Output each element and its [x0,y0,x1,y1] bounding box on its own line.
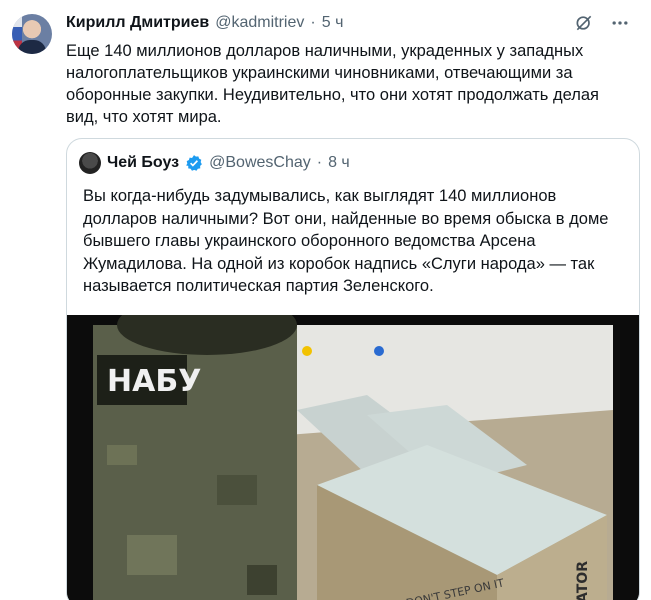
quoted-tweet[interactable]: Чей Боуз @BowesChay · 8 ч Вы когда-нибуд… [66,138,640,600]
separator-dot: · [310,14,316,31]
author-name[interactable]: Кирилл Дмитриев [66,14,209,32]
tweet[interactable]: Кирилл Дмитриев @kadmitriev · 5 ч Еще 14… [0,0,651,600]
grok-icon[interactable] [573,12,595,34]
video-patch-text: НАБУ [107,364,201,399]
tweet-text: Еще 140 миллионов долларов наличными, ук… [66,42,599,126]
quoted-author-avatar[interactable] [79,152,101,174]
video-box-text-2: ATOR [575,561,591,600]
quoted-tweet-header: Чей Боуз @BowesChay · 8 ч [79,151,350,175]
quoted-author-handle[interactable]: @BowesChay [209,154,311,172]
quoted-tweet-video[interactable]: НАБУ DON'T STEP ON IT ATOR [67,315,639,600]
quoted-separator-dot: · [316,154,323,171]
tweet-header: Кирилл Дмитриев @kadmitriev · 5 ч [66,12,631,34]
tweet-time[interactable]: 5 ч [322,14,344,32]
author-avatar[interactable] [12,14,52,54]
quoted-tweet-time[interactable]: 8 ч [328,154,350,172]
avatar-suit [18,40,46,54]
more-icon[interactable] [609,12,631,34]
quoted-tweet-text: Вы когда-нибудь задумывались, как выгляд… [83,187,609,295]
author-handle[interactable]: @kadmitriev [215,14,304,32]
header-actions [573,12,631,34]
quoted-author-name[interactable]: Чей Боуз [107,154,179,172]
verified-badge-icon [186,155,202,171]
